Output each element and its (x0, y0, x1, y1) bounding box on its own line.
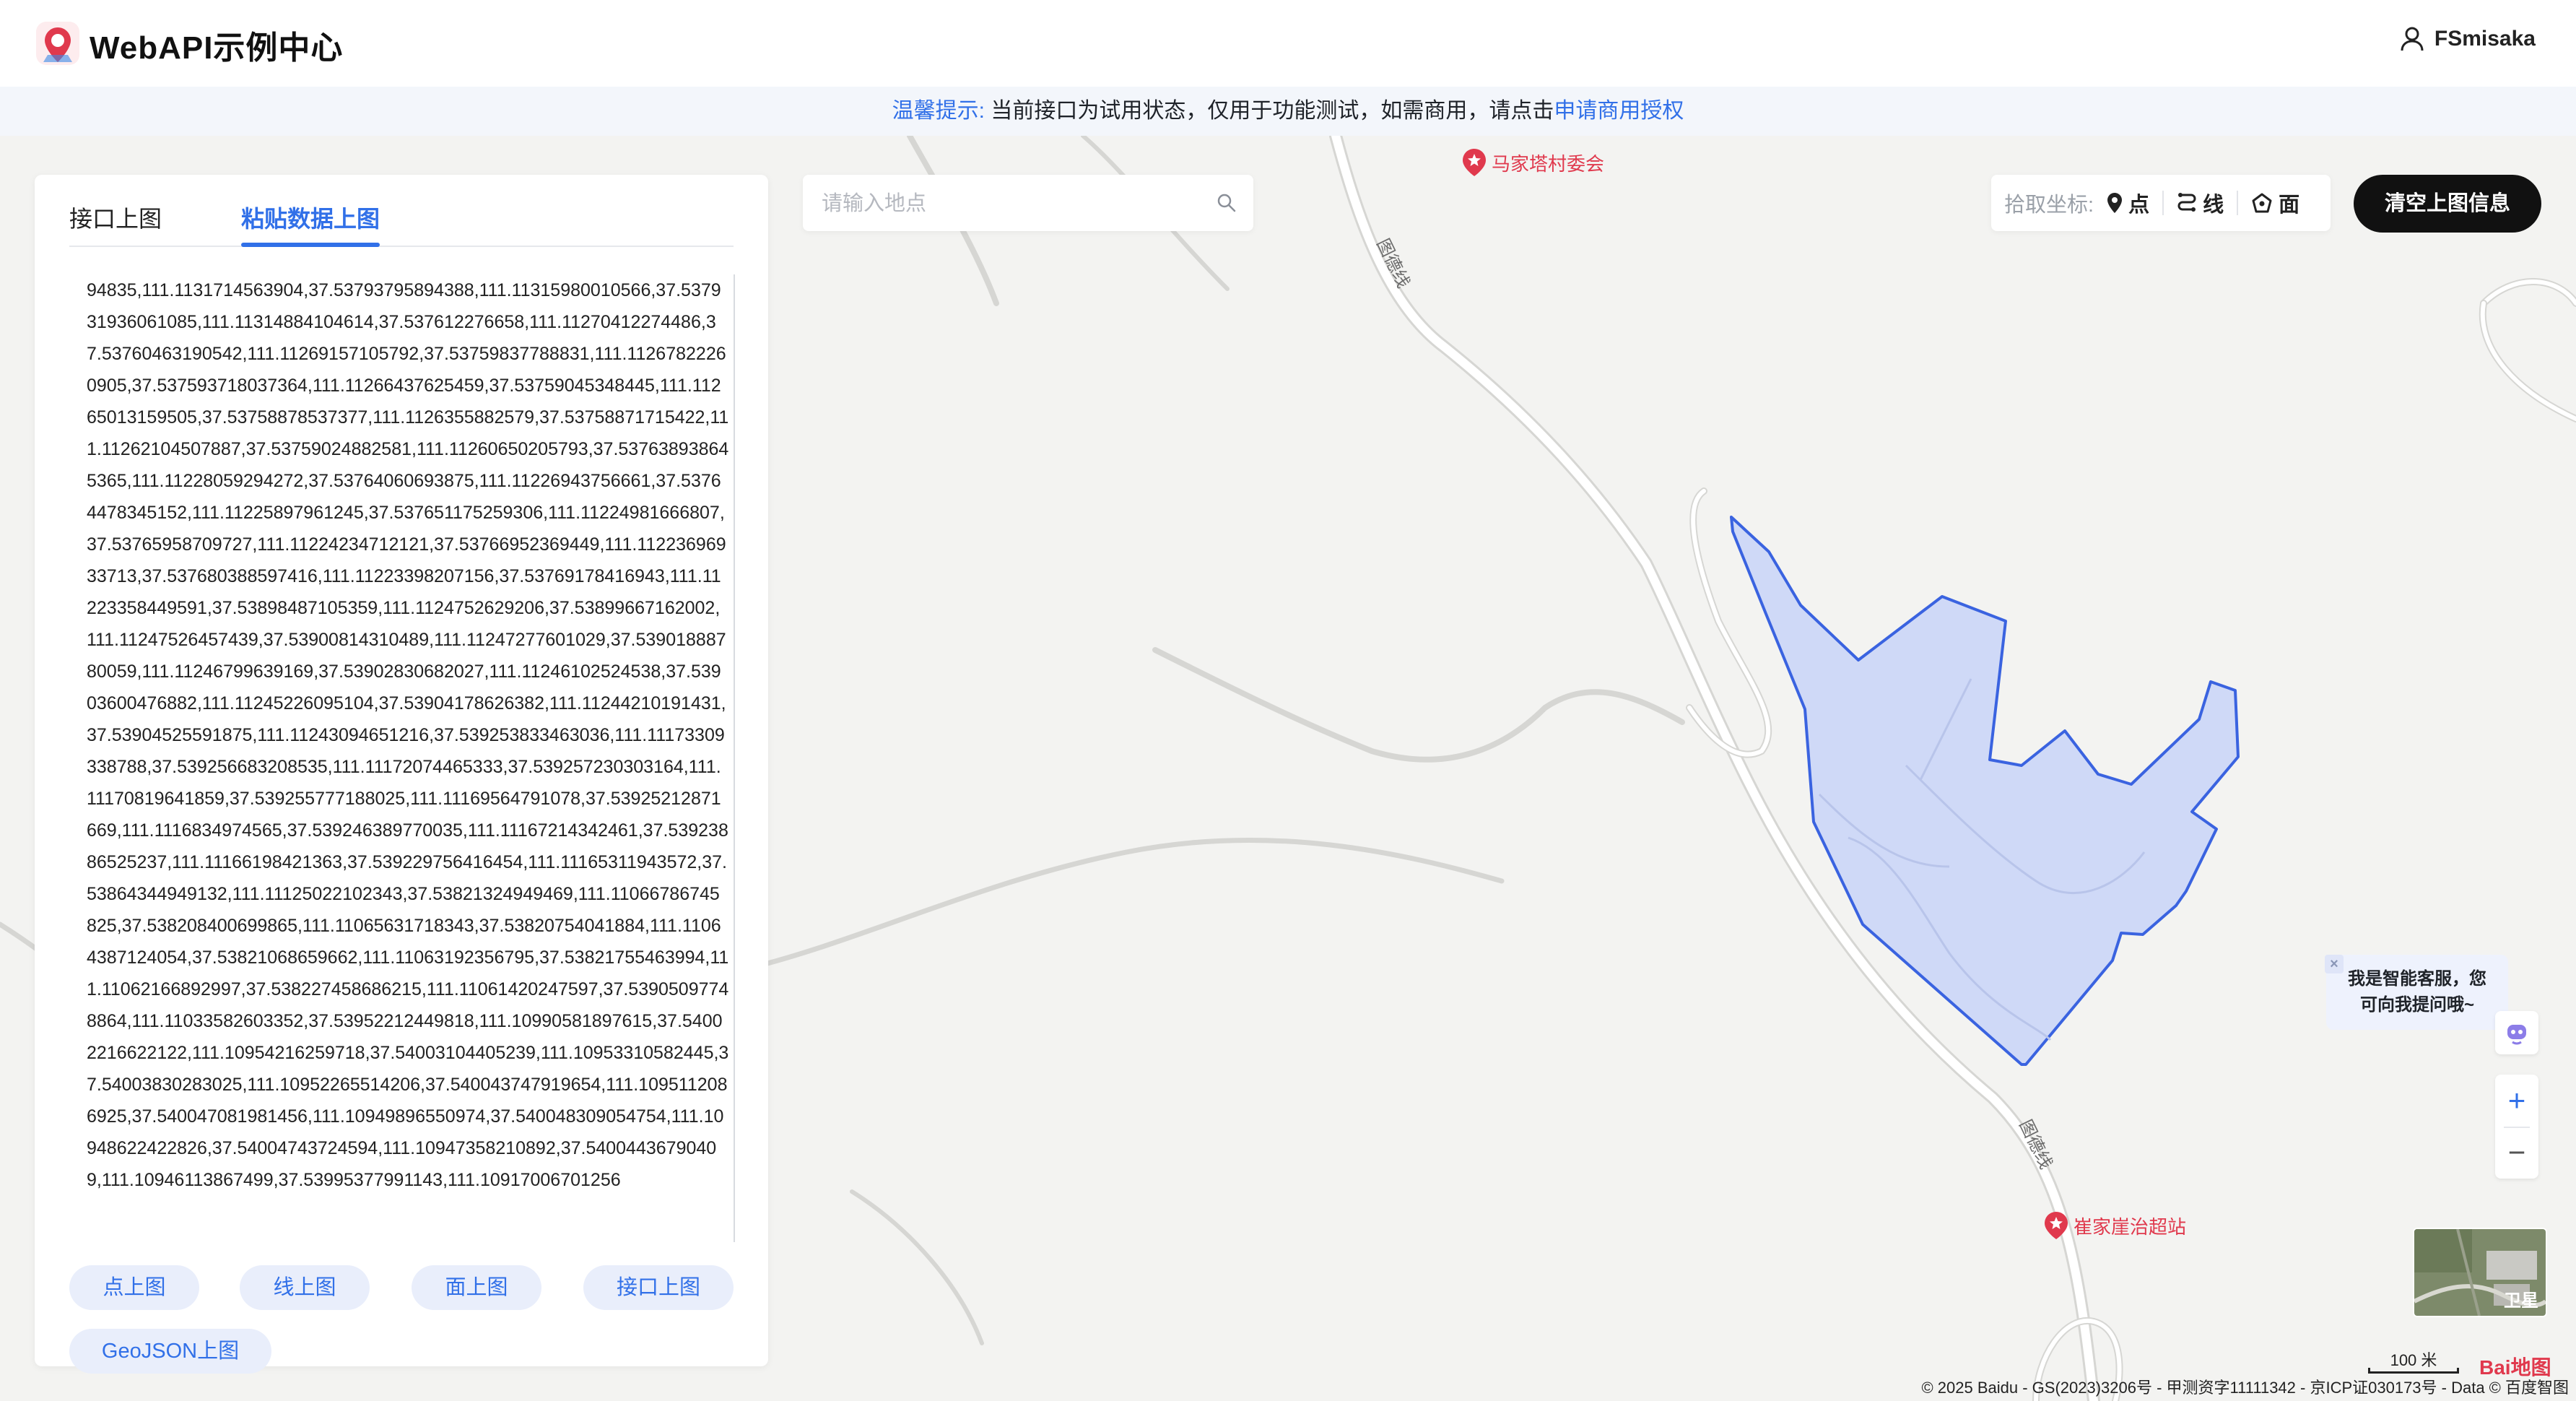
zoom-out-button[interactable]: − (2495, 1127, 2538, 1179)
tab-api-upload[interactable]: 接口上图 (69, 201, 162, 234)
route-icon (2177, 193, 2196, 212)
pick-line-label: 线 (2203, 194, 2224, 217)
place-search-box (803, 175, 1253, 231)
baidu-map-logo (36, 22, 79, 65)
coordinate-data-textarea[interactable]: 94835,111.1131714563904,37.5379379589438… (71, 274, 729, 1242)
polygon-icon (2252, 193, 2272, 213)
close-icon[interactable]: × (2325, 955, 2344, 973)
apply-license-link[interactable]: 申请商用授权 (1554, 99, 1684, 123)
clear-upload-button[interactable]: 清空上图信息 (2354, 175, 2541, 233)
api-upload-button[interactable]: 接口上图 (583, 1265, 734, 1310)
assistant-line-2: 可向我提问哦~ (2359, 995, 2474, 1015)
poi-label: 崔家崖治超站 (2074, 1215, 2187, 1238)
coordinate-picker: 拾取坐标: 点 线 面 (1991, 175, 2331, 231)
map-copyright: © 2025 Baidu - GS(2023)3206号 - 甲测资字11111… (1921, 1379, 2569, 1397)
assistant-bubble[interactable]: × 我是智能客服，您 可向我提问哦~ (2325, 955, 2508, 1030)
poi-marker-icon (1463, 149, 1486, 176)
search-icon[interactable] (1216, 192, 1237, 214)
poi-marker-icon (2045, 1212, 2068, 1239)
zoom-in-button[interactable]: + (2495, 1075, 2538, 1127)
line-upload-button[interactable]: 线上图 (240, 1265, 370, 1310)
poi-label: 马家塔村委会 (1492, 152, 1605, 175)
robot-icon (2507, 1025, 2526, 1045)
pick-point-button[interactable]: 点 (2107, 188, 2149, 218)
data-textarea-container: 94835,111.1131714563904,37.5379379589438… (71, 274, 735, 1242)
place-search-input[interactable] (820, 185, 1198, 222)
polygon-upload-button[interactable]: 面上图 (412, 1265, 541, 1310)
assistant-button[interactable] (2495, 1011, 2538, 1054)
geojson-upload-button[interactable]: GeoJSON上图 (69, 1329, 271, 1374)
poi-majiata[interactable]: 马家塔村委会 (1461, 147, 1604, 178)
top-header: WebAPI示例中心 FSmisaka (0, 0, 2576, 87)
picker-divider (2237, 191, 2239, 215)
pick-line-button[interactable]: 线 (2177, 188, 2224, 218)
poi-cuijiaya[interactable]: 崔家崖治超站 (2043, 1210, 2186, 1241)
user-menu[interactable]: FSmisaka (2400, 26, 2536, 52)
user-name: FSmisaka (2434, 27, 2536, 51)
user-icon (2401, 27, 2424, 51)
active-tab-indicator (241, 243, 380, 247)
panel-tabs: 接口上图 粘贴数据上图 (69, 195, 734, 247)
pick-polygon-button[interactable]: 面 (2251, 188, 2299, 218)
map-pin-icon (2107, 193, 2123, 213)
notice-text: 当前接口为试用状态，仅用于功能测试，如需商用，请点击 (991, 99, 1554, 123)
scale-bar (2368, 1368, 2459, 1374)
picker-label: 拾取坐标: (2004, 194, 2094, 217)
zoom-control: + − (2495, 1075, 2538, 1179)
picker-divider (2162, 191, 2164, 215)
point-upload-button[interactable]: 点上图 (69, 1265, 199, 1310)
pick-polygon-label: 面 (2279, 194, 2300, 217)
notice-label: 温馨提示: (892, 99, 985, 123)
satellite-label: 卫星 (2504, 1291, 2538, 1311)
satellite-toggle[interactable]: 卫星 (2413, 1228, 2547, 1317)
notice-bar: 温馨提示: 当前接口为试用状态，仅用于功能测试，如需商用，请点击申请商用授权 (0, 87, 2576, 136)
pick-point-label: 点 (2128, 194, 2150, 217)
upload-panel: 接口上图 粘贴数据上图 94835,111.1131714563904,37.5… (35, 175, 768, 1374)
assistant-line-1: 我是智能客服，您 (2348, 969, 2486, 989)
app-title: WebAPI示例中心 (90, 30, 344, 66)
tab-paste-data-upload[interactable]: 粘贴数据上图 (241, 201, 380, 234)
